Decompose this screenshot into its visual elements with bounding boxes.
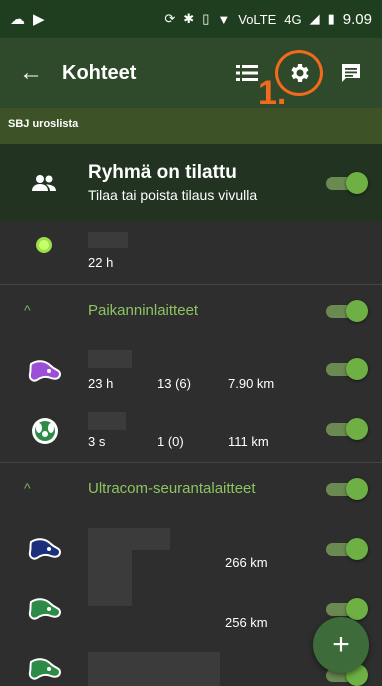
list-icon	[236, 65, 258, 81]
device-time: 3 s	[88, 434, 106, 449]
redacted-name	[88, 232, 128, 248]
chevron-up-icon: ^	[24, 302, 31, 318]
green-dog-collar-icon	[28, 598, 62, 620]
back-button[interactable]: ←	[0, 59, 62, 87]
redacted-name	[88, 350, 132, 368]
message-icon	[342, 64, 360, 82]
volte-label: VoLTE	[238, 11, 277, 27]
device-distance: 111 km	[228, 434, 269, 449]
add-button[interactable]: +	[313, 617, 369, 673]
status-bar: ☁ ▶ ⟳ ✱ ▯ ▼ VoLTE 4G ◢ ▮ 9.09	[0, 0, 382, 38]
list-item[interactable]: 23 h 13 (6) 7.90 km	[0, 344, 382, 404]
page-title: Kohteet	[62, 61, 137, 84]
app-screen: ☁ ▶ ⟳ ✱ ▯ ▼ VoLTE 4G ◢ ▮ 9.09 ← Kohteet	[0, 0, 382, 686]
section-header-paikanninlaitteet[interactable]: ^ Paikanninlaitteet	[0, 284, 382, 338]
status-dot-icon	[36, 237, 52, 253]
app-bar: ← Kohteet	[0, 38, 382, 108]
device-toggle[interactable]	[326, 598, 368, 620]
subscription-heading: Ryhmä on tilattu	[88, 162, 237, 183]
purple-dog-collar-icon	[28, 360, 62, 382]
section-title: Paikanninlaitteet	[88, 302, 199, 319]
section-toggle[interactable]	[326, 478, 368, 500]
green-dog-face-icon	[32, 418, 58, 444]
settings-button[interactable]	[275, 50, 323, 96]
redacted-name	[132, 528, 170, 550]
device-count: 13 (6)	[157, 376, 191, 391]
section-title: Ultracom-seurantalaitteet	[88, 480, 256, 497]
device-toggle[interactable]	[326, 358, 368, 380]
network-type: 4G	[284, 11, 302, 27]
navy-dog-collar-icon	[28, 538, 62, 560]
chevron-up-icon: ^	[24, 480, 31, 496]
device-distance: 7.90 km	[228, 376, 275, 391]
vibrate-icon: ▯	[202, 11, 210, 26]
sync-icon: ⟳	[164, 11, 176, 26]
list-item[interactable]: 22 h	[0, 222, 382, 288]
device-count: 1 (0)	[157, 434, 184, 449]
arrow-left-icon: ←	[19, 59, 43, 86]
battery-icon: ▮	[327, 11, 335, 26]
video-icon: ▶	[33, 11, 45, 28]
messages-button[interactable]	[336, 58, 366, 88]
device-distance: 256 km	[225, 615, 268, 630]
bluetooth-icon: ✱	[183, 11, 195, 26]
cloud-icon: ☁	[10, 11, 25, 28]
device-toggle[interactable]	[326, 538, 368, 560]
device-distance: 266 km	[225, 555, 268, 570]
device-toggle[interactable]	[326, 418, 368, 440]
redacted-name	[88, 412, 126, 430]
section-toggle[interactable]	[326, 300, 368, 322]
redacted-name	[88, 652, 220, 686]
list-item[interactable]: 3 s 1 (0) 111 km	[0, 404, 382, 460]
subscription-description: Tilaa tai poista tilaus vivulla	[88, 187, 258, 203]
list-item[interactable]: 266 km	[0, 522, 382, 606]
plus-icon: +	[332, 628, 350, 661]
wifi-icon: ▼	[217, 11, 231, 27]
device-time: 22 h	[88, 255, 114, 270]
signal-icon: ◢	[309, 11, 320, 26]
device-time: 23 h	[88, 376, 114, 391]
section-header-ultracom[interactable]: ^ Ultracom-seurantalaitteet	[0, 462, 382, 516]
clock: 9.09	[342, 10, 372, 28]
subscription-toggle[interactable]	[326, 172, 368, 194]
group-icon	[32, 175, 56, 191]
subscription-row: Ryhmä on tilattu Tilaa tai poista tilaus…	[0, 144, 382, 222]
green-dog-collar-icon	[28, 658, 62, 680]
group-name: SBJ uroslista	[0, 108, 382, 144]
